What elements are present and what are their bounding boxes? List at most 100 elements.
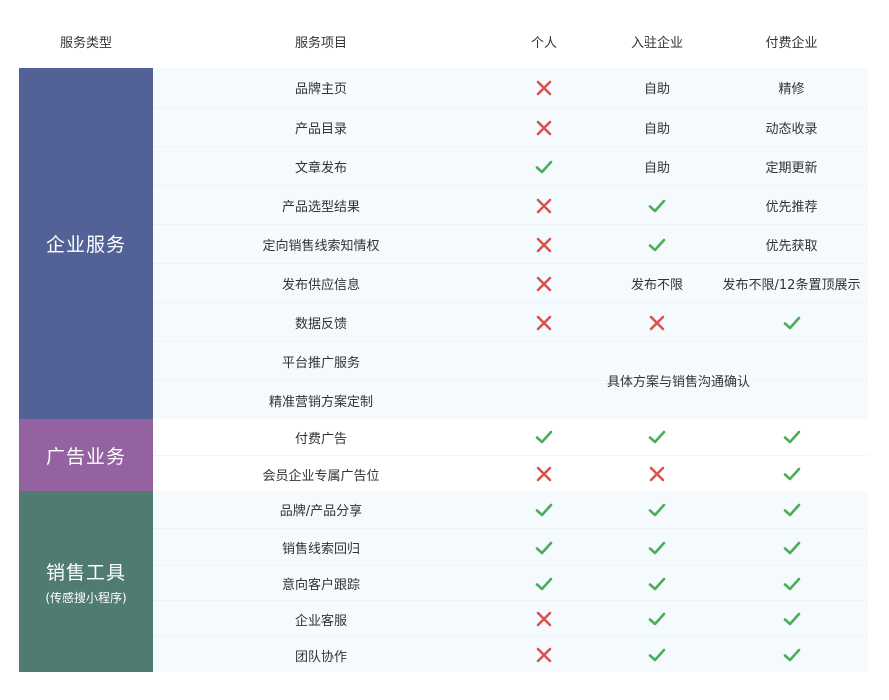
personal-cell [489,419,599,455]
resident-enterprise-cell: 发布不限 [630,278,683,293]
personal-cell [489,529,599,566]
personal-cell [489,491,599,528]
cross-icon [536,198,552,213]
service-item-label: 品牌主页 [294,82,347,97]
table-row: 付费广告 [153,419,868,455]
cross-icon [536,647,552,663]
resident-enterprise-cell [599,491,715,528]
resident-enterprise-cell [599,303,715,342]
resident-enterprise-cell [599,456,715,492]
service-item-label: 企业客服 [294,613,347,629]
service-type-subtitle: (传感搜小程序) [45,590,127,605]
check-icon [648,612,666,626]
personal-cell [489,303,599,342]
personal-cell [489,566,599,601]
check-icon [648,648,666,662]
check-icon [783,430,800,444]
table-row: 企业客服 [153,600,868,637]
service-type-cell: 企业服务 [19,68,153,419]
header-personal: 个人 [489,19,599,68]
resident-enterprise-cell [599,225,715,264]
service-item-label: 品牌/产品分享 [279,504,363,519]
check-icon [535,577,553,590]
cross-icon [536,237,552,252]
personal-cell [489,108,599,147]
cross-icon [649,466,665,482]
service-item-label: 发布供应信息 [281,278,360,293]
service-item-label: 精准营销方案定制 [268,395,373,410]
resident-enterprise-cell: 自助 [643,161,670,176]
paid-enterprise-cell: 优先推荐 [765,200,818,215]
paid-enterprise-cell [715,637,868,673]
check-icon [648,503,666,516]
personal-cell [489,637,599,673]
check-icon [648,430,666,444]
resident-enterprise-cell [599,419,715,455]
paid-enterprise-cell [715,491,868,528]
cross-icon [536,276,552,291]
paid-enterprise-cell [715,529,868,566]
personal-cell [489,147,599,186]
check-icon [783,541,800,554]
paid-enterprise-cell: 优先获取 [765,239,818,254]
table-row: 数据反馈 [153,302,868,342]
table-row: 销售线索回归 [153,528,868,566]
check-icon [648,541,666,554]
resident-enterprise-cell [599,601,715,637]
check-icon [535,430,553,444]
personal-cell [489,225,599,264]
table-row: 会员企业专属广告位 [153,455,868,492]
cross-icon [536,120,552,135]
service-item-label: 会员企业专属广告位 [262,468,380,484]
paid-enterprise-cell [715,419,868,455]
service-item-label: 销售线索回归 [281,542,360,557]
resident-enterprise-cell [599,529,715,566]
resident-enterprise-cell [599,566,715,601]
check-icon [783,467,800,481]
service-type-cell: 广告业务 [19,419,153,491]
service-type-name: 企业服务 [45,234,126,256]
service-type-name: 广告业务 [45,445,126,468]
table-row: 定向销售线索知情权 优先获取 [153,224,868,264]
check-icon [535,160,553,173]
check-icon [783,648,800,662]
merged-note: 具体方案与销售沟通确认 [606,374,750,390]
resident-enterprise-cell: 自助 [643,122,670,137]
table-row: 团队协作 [153,636,868,673]
check-icon [783,316,800,329]
check-icon [783,577,800,590]
service-type-cell: 销售工具 (传感搜小程序) [19,491,153,672]
table-row: 产品目录 自助 动态收录 [153,107,868,147]
resident-enterprise-cell [599,186,715,225]
service-item-label: 定向销售线索知情权 [262,239,380,254]
service-item-label: 团队协作 [294,649,347,665]
paid-enterprise-cell [715,303,868,342]
header-resident-enterprise: 入驻企业 [599,19,715,68]
personal-cell [489,186,599,225]
check-icon [648,199,666,212]
service-item-label: 产品选型结果 [281,200,360,215]
header-paid-enterprise: 付费企业 [715,19,868,68]
service-type-name: 销售工具 [45,561,126,584]
service-item-label: 平台推广服务 [281,356,360,371]
table-row: 意向客户跟踪 [153,565,868,601]
resident-enterprise-cell [599,637,715,673]
check-icon [535,541,553,554]
table-row: 品牌/产品分享 [153,491,868,528]
service-item-label: 意向客户跟踪 [281,578,360,593]
cross-icon [536,315,552,330]
header-service-type: 服务类型 [19,19,153,68]
check-icon [648,577,666,590]
check-icon [783,503,800,516]
paid-enterprise-cell: 动态收录 [765,122,818,137]
cross-icon [536,466,552,482]
personal-cell [489,601,599,637]
table-row: 品牌主页 自助 精修 [153,68,868,107]
check-icon [783,612,800,626]
paid-enterprise-cell [715,456,868,492]
table-row: 产品选型结果 优先推荐 [153,185,868,225]
cross-icon [536,80,552,95]
cross-icon [649,315,665,330]
paid-enterprise-cell: 发布不限/12条置顶展示 [722,278,861,293]
service-item-label: 文章发布 [294,161,347,176]
